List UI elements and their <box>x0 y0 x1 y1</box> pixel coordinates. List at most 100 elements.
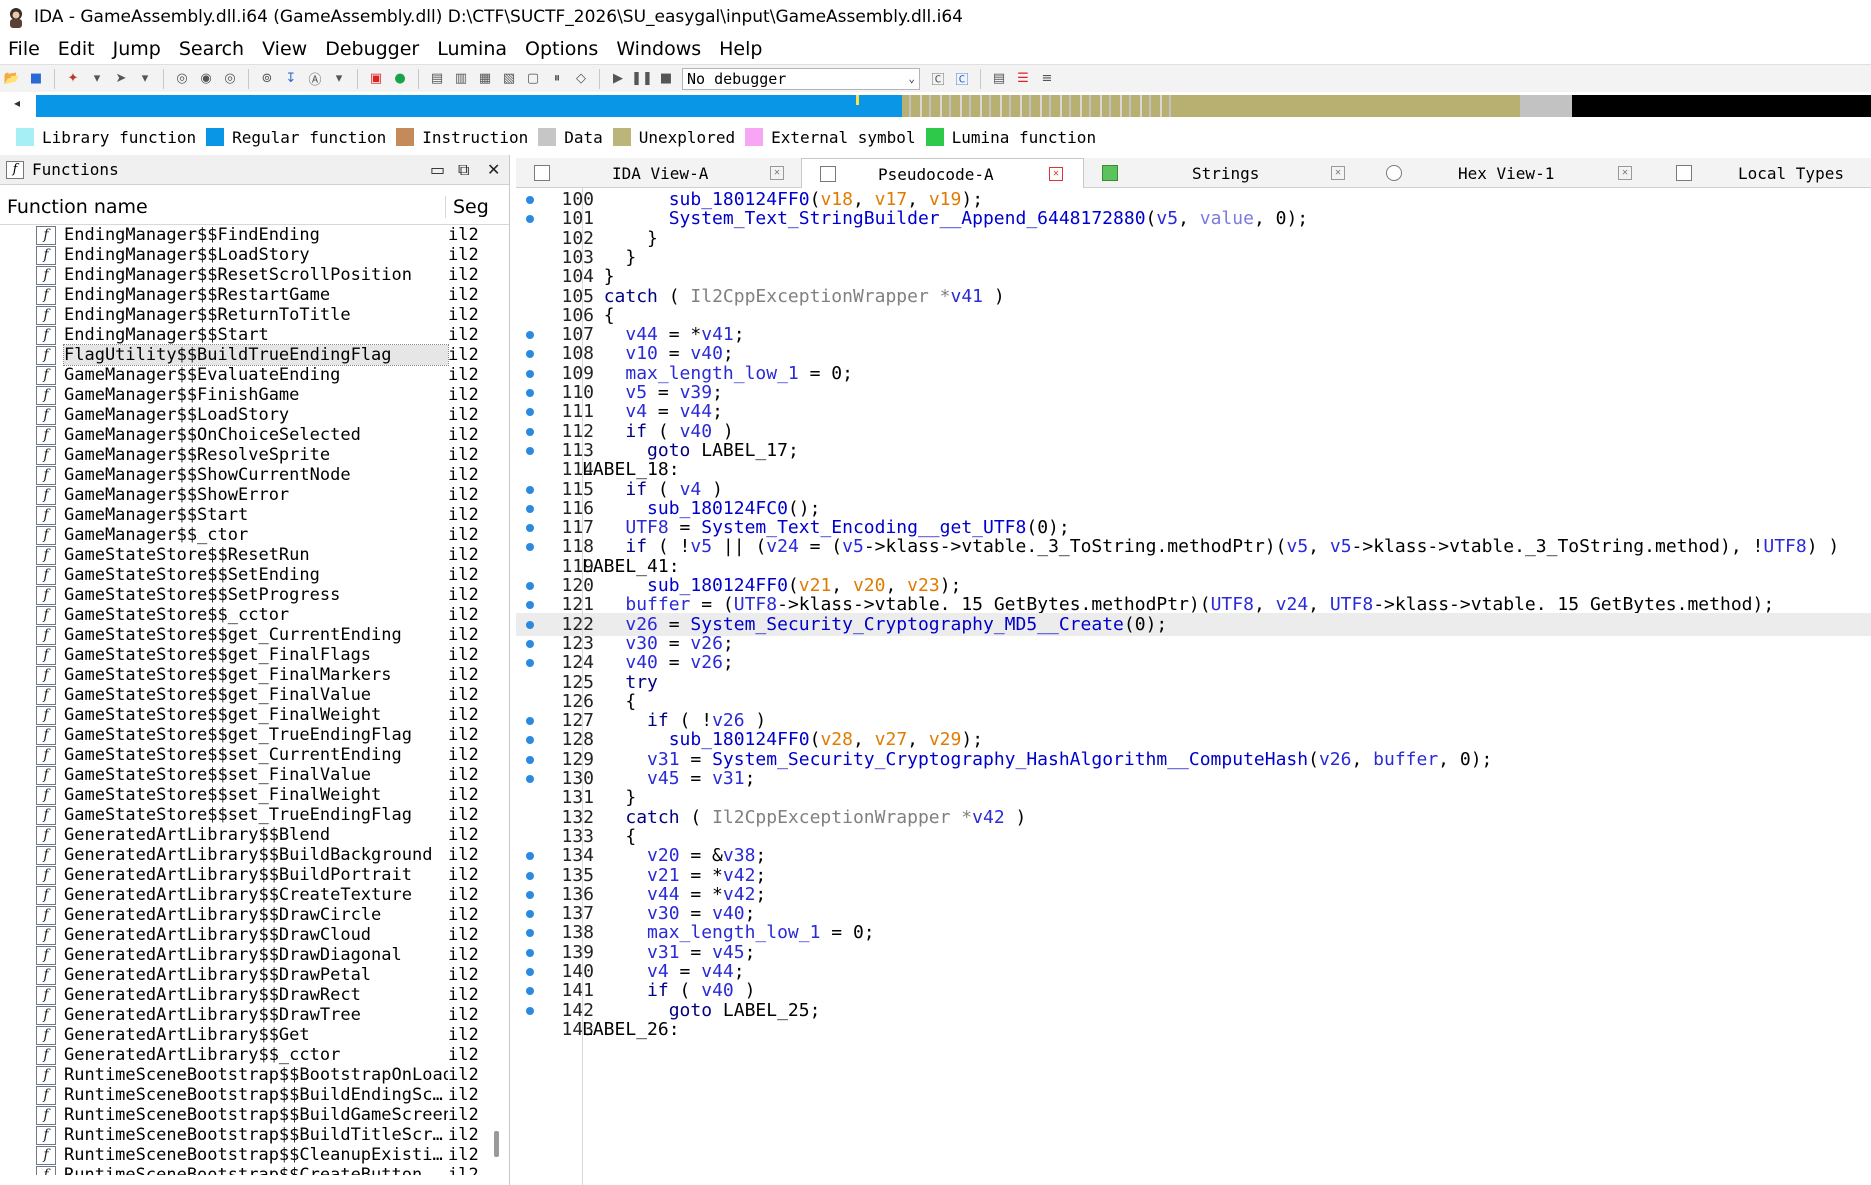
function-row[interactable]: f GameStateStore$$get_FinalFlags il2 <box>0 645 509 665</box>
breakpoint-dot-icon[interactable] <box>526 968 534 976</box>
breakpoint-dot-icon[interactable] <box>526 504 534 513</box>
function-row[interactable]: f GeneratedArtLibrary$$DrawTree il2 <box>0 1005 509 1025</box>
breakpoint-dot-icon[interactable] <box>526 350 534 359</box>
breakpoint-dot-icon[interactable] <box>526 890 534 899</box>
pseudocode-view[interactable]: 100 sub_180124FF0(v18, v17, v19); 101 Sys… <box>516 188 1871 1185</box>
breakpoint-dot-icon[interactable] <box>526 871 534 880</box>
menu-view[interactable]: View <box>253 38 316 60</box>
breakpoint-dot-icon[interactable] <box>526 639 534 648</box>
tab-ida-view-a[interactable]: IDA View-A ✕ <box>516 158 801 188</box>
breakpoint-dot-icon[interactable] <box>526 524 534 533</box>
graph-icon[interactable]: ▤ <box>989 69 1009 89</box>
breakpoint-dot-icon[interactable] <box>526 736 534 745</box>
flow-icon[interactable]: ≡ <box>1037 69 1057 89</box>
breakpoint-dot-icon[interactable] <box>526 852 534 861</box>
breakpoint-dot-icon[interactable] <box>526 427 534 436</box>
function-row[interactable]: f RuntimeSceneBootstrap$$BootstrapOnLoad i… <box>0 1065 509 1085</box>
tab-local-types[interactable]: Local Types <box>1658 158 1871 188</box>
function-row[interactable]: f GeneratedArtLibrary$$CreateTexture il2 <box>0 885 509 905</box>
menu-help[interactable]: Help <box>710 38 771 60</box>
save-icon[interactable]: ■ <box>26 69 46 89</box>
function-row[interactable]: f GameStateStore$$get_CurrentEnding il2 <box>0 625 509 645</box>
menu-lumina[interactable]: Lumina <box>428 38 516 60</box>
function-row[interactable]: f EndingManager$$FindEnding il2 <box>0 225 509 245</box>
function-row[interactable]: f GameManager$$_ctor il2 <box>0 525 509 545</box>
function-row[interactable]: f GeneratedArtLibrary$$DrawCircle il2 <box>0 905 509 925</box>
function-row[interactable]: f GameManager$$Start il2 <box>0 505 509 525</box>
function-row[interactable]: f GameStateStore$$SetEnding il2 <box>0 565 509 585</box>
play-circle-icon[interactable]: ● <box>390 69 410 89</box>
function-row[interactable]: f GameManager$$ShowError il2 <box>0 485 509 505</box>
function-row[interactable]: f GeneratedArtLibrary$$DrawRect il2 <box>0 985 509 1005</box>
pause-debug-icon[interactable]: ❚❚ <box>631 69 653 89</box>
function-row[interactable]: f GameStateStore$$set_CurrentEnding il2 <box>0 745 509 765</box>
breakpoint-dot-icon[interactable] <box>526 755 534 764</box>
restore-icon[interactable]: ⧉ <box>458 160 469 180</box>
function-row[interactable]: f GameStateStore$$ResetRun il2 <box>0 545 509 565</box>
start-icon[interactable]: ▶ <box>608 69 628 89</box>
menu-edit[interactable]: Edit <box>49 38 104 60</box>
code-icon[interactable]: ▤ <box>427 69 447 89</box>
code-line[interactable]: 143 LABEL_26: <box>516 1018 1871 1041</box>
tab-pseudocode-a[interactable]: Pseudocode-A ✕ <box>801 158 1084 189</box>
breakpoint-dot-icon[interactable] <box>526 987 534 996</box>
function-row[interactable]: f GameStateStore$$get_FinalWeight il2 <box>0 705 509 725</box>
breakpoint-dot-icon[interactable] <box>526 331 534 340</box>
function-row[interactable]: f FlagUtility$$BuildTrueEndingFlag il2 <box>0 344 509 366</box>
function-row[interactable]: f GameStateStore$$get_FinalMarkers il2 <box>0 665 509 685</box>
function-row[interactable]: f GameManager$$EvaluateEnding il2 <box>0 365 509 385</box>
function-row[interactable]: f EndingManager$$LoadStory il2 <box>0 245 509 265</box>
function-row[interactable]: f EndingManager$$RestartGame il2 <box>0 285 509 305</box>
close-icon[interactable]: ✕ <box>1618 166 1632 180</box>
text-icon[interactable]: Ⓐ <box>305 69 325 89</box>
run-icon[interactable]: ➤ <box>111 69 131 89</box>
function-row[interactable]: f GameManager$$ResolveSprite il2 <box>0 445 509 465</box>
minimize-icon[interactable]: ▭ <box>430 160 445 179</box>
menu-search[interactable]: Search <box>170 38 253 60</box>
debugger-select[interactable]: No debugger ⌄ <box>682 67 920 90</box>
pseudocode-icon[interactable]: 🄲 <box>928 69 948 89</box>
pseudocode-active-icon[interactable]: 🄲 <box>952 69 972 89</box>
function-row[interactable]: f EndingManager$$ReturnToTitle il2 <box>0 305 509 325</box>
breakpoint-dot-icon[interactable] <box>526 543 534 552</box>
menu-file[interactable]: File <box>0 38 49 60</box>
function-row[interactable]: f GameStateStore$$get_FinalValue il2 <box>0 685 509 705</box>
function-row[interactable]: f GameManager$$FinishGame il2 <box>0 385 509 405</box>
function-row[interactable]: f RuntimeSceneBootstrap$$BuildGameScreen i… <box>0 1105 509 1125</box>
dropdown-icon[interactable]: ▾ <box>329 69 349 89</box>
function-row[interactable]: f GameStateStore$$set_FinalWeight il2 <box>0 785 509 805</box>
function-row[interactable]: f GameStateStore$$set_FinalValue il2 <box>0 765 509 785</box>
column-header-segment[interactable]: Seg <box>446 196 489 218</box>
menu-debugger[interactable]: Debugger <box>316 38 428 60</box>
breakpoint-dot-icon[interactable] <box>526 196 534 204</box>
function-row[interactable]: f EndingManager$$ResetScrollPosition il2 <box>0 265 509 285</box>
function-row[interactable]: f EndingManager$$Start il2 <box>0 325 509 345</box>
function-row[interactable]: f GameManager$$ShowCurrentNode il2 <box>0 465 509 485</box>
search-next-icon[interactable]: ◉ <box>196 69 216 89</box>
close-icon[interactable]: ✕ <box>487 160 500 179</box>
navigation-band[interactable]: ◂ <box>0 93 1871 119</box>
function-row[interactable]: f GeneratedArtLibrary$$Get il2 <box>0 1025 509 1045</box>
dropdown-icon[interactable]: ▾ <box>87 69 107 89</box>
function-row[interactable]: f RuntimeSceneBootstrap$$BuildTitleScr… il… <box>0 1125 509 1145</box>
function-row[interactable]: f GeneratedArtLibrary$$_cctor il2 <box>0 1045 509 1065</box>
stop-icon[interactable]: ■ <box>656 69 676 89</box>
breakpoint-dot-icon[interactable] <box>526 389 534 397</box>
breakpoint-dot-icon[interactable] <box>526 446 534 455</box>
function-row[interactable]: f GameManager$$LoadStory il2 <box>0 405 509 425</box>
breakpoint-icon[interactable]: ▣ <box>366 69 386 89</box>
data-icon[interactable]: ▥ <box>451 69 471 89</box>
breakpoint-dot-icon[interactable] <box>526 910 534 919</box>
menu-windows[interactable]: Windows <box>607 38 710 60</box>
breakpoint-dot-icon[interactable] <box>526 408 534 417</box>
breakpoint-dot-icon[interactable] <box>526 1006 534 1015</box>
list-icon[interactable]: ☰ <box>1013 69 1033 89</box>
close-icon[interactable]: ✕ <box>770 166 784 180</box>
pause-icon[interactable]: ⏸ <box>547 69 567 89</box>
struct-icon[interactable]: ▦ <box>475 69 495 89</box>
function-row[interactable]: f GeneratedArtLibrary$$BuildBackground il2 <box>0 845 509 865</box>
hide-icon[interactable]: ◇ <box>571 69 591 89</box>
function-row[interactable]: f GeneratedArtLibrary$$Blend il2 <box>0 825 509 845</box>
function-row[interactable]: f GeneratedArtLibrary$$DrawPetal il2 <box>0 965 509 985</box>
function-row[interactable]: f GeneratedArtLibrary$$BuildPortrait il2 <box>0 865 509 885</box>
